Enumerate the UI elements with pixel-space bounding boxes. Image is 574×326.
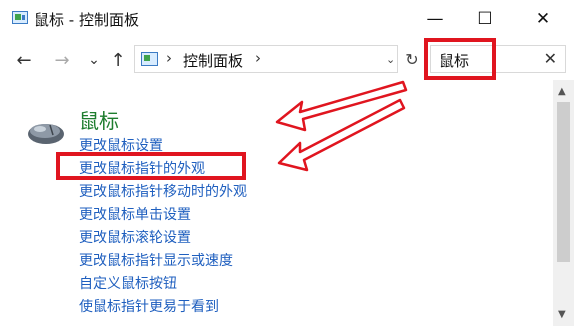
link-make-pointer-easier-to-see[interactable]: 使鼠标指针更易于看到 (79, 296, 219, 316)
refresh-icon[interactable]: ↻ (401, 48, 423, 70)
link-highlight-box (56, 152, 246, 180)
link-change-click-settings[interactable]: 更改鼠标单击设置 (79, 204, 191, 224)
annotation-arrow-upper (275, 80, 408, 132)
scroll-thumb[interactable] (557, 102, 570, 262)
search-highlight-box (424, 38, 496, 80)
breadcrumb-separator[interactable]: › (166, 49, 172, 67)
address-bar[interactable]: › 控制面板 › (134, 45, 398, 73)
vertical-scrollbar[interactable]: ▲ ▼ (553, 80, 574, 326)
minimize-button[interactable]: — (410, 0, 460, 38)
breadcrumb-control-panel[interactable]: 控制面板 (183, 50, 243, 71)
window-title: 鼠标 - 控制面板 (34, 11, 139, 29)
scroll-up-icon[interactable]: ▲ (558, 86, 566, 97)
back-arrow-icon[interactable]: ← (12, 48, 36, 72)
scroll-down-icon[interactable]: ▼ (558, 309, 566, 320)
address-dropdown-icon[interactable]: ⌄ (386, 53, 395, 66)
annotation-arrow-lower (277, 98, 406, 172)
link-change-pointer-appearance-moving[interactable]: 更改鼠标指针移动时的外观 (79, 181, 247, 201)
mouse-section-heading[interactable]: 鼠标 (79, 105, 119, 134)
link-change-wheel-settings[interactable]: 更改鼠标滚轮设置 (79, 227, 191, 247)
title-bar: 鼠标 - 控制面板 — ☐ ✕ (0, 0, 574, 38)
up-arrow-icon[interactable]: ↑ (106, 48, 130, 72)
control-panel-small-icon (141, 52, 158, 66)
mouse-icon (28, 124, 64, 144)
close-button[interactable]: ✕ (518, 0, 568, 38)
link-change-pointer-speed[interactable]: 更改鼠标指针显示或速度 (79, 250, 233, 270)
recent-locations-chevron-icon[interactable]: ⌄ (82, 48, 106, 72)
clear-search-icon[interactable]: ✕ (544, 49, 557, 68)
maximize-button[interactable]: ☐ (460, 0, 510, 38)
control-panel-icon (12, 11, 28, 24)
link-customize-buttons[interactable]: 自定义鼠标按钮 (79, 273, 177, 293)
forward-arrow-icon[interactable]: → (50, 48, 74, 72)
breadcrumb-separator-end[interactable]: › (255, 49, 261, 67)
